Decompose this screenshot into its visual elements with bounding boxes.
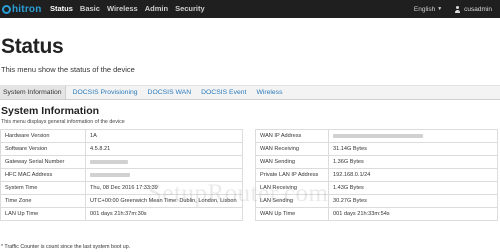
username-label: cusadmin [464, 5, 492, 13]
chevron-down-icon: ▼ [437, 6, 443, 12]
nav-right: English ▼ cusadmin [414, 0, 492, 18]
wan-sending-label: WAN Sending [255, 155, 329, 169]
table-row: WAN IP Address [255, 129, 498, 143]
table-row: WAN Receiving 31.14G Bytes [255, 142, 498, 156]
nav-item-wireless[interactable]: Wireless [107, 0, 138, 18]
hfc-mac-label: HFC MAC Address [0, 168, 86, 182]
table-row: Software Version 4.5.8.21 [0, 142, 243, 156]
tab-docsis-wan[interactable]: DOCSIS WAN [145, 86, 195, 99]
tab-docsis-event[interactable]: DOCSIS Event [198, 86, 249, 99]
table-row: LAN Up Time 001 days 21h:37m:30s [0, 207, 243, 221]
time-zone-value: UTC+00:00 Greenwich Mean Time: Dublin, L… [85, 194, 243, 208]
language-label: English [413, 5, 436, 13]
redacted-value [333, 133, 423, 138]
traffic-footnote: * Traffic Counter is count since the las… [1, 244, 131, 250]
page-subtitle: This menu show the status of the device [1, 65, 135, 74]
gateway-serial-value [85, 155, 243, 169]
table-row: Time Zone UTC+00:00 Greenwich Mean Time:… [0, 194, 243, 208]
tab-docsis-provisioning[interactable]: DOCSIS Provisioning [70, 86, 141, 99]
user-menu[interactable]: cusadmin [454, 5, 492, 13]
system-info-table-left: Hardware Version 1A Software Version 4.5… [0, 129, 243, 221]
nav-item-admin[interactable]: Admin [145, 0, 168, 18]
time-zone-label: Time Zone [0, 194, 86, 208]
hardware-version-label: Hardware Version [0, 129, 86, 143]
top-navbar: hitron Status Basic Wireless Admin Secur… [0, 0, 500, 18]
tab-system-information[interactable]: System Information [0, 86, 66, 99]
private-lan-ip-label: Private LAN IP Address [255, 168, 329, 182]
wan-up-time-value: 001 days 21h:33m:54s [328, 207, 498, 221]
lan-receiving-label: LAN Receiving [255, 181, 329, 195]
main-nav: Status Basic Wireless Admin Security [50, 0, 212, 18]
brand-logo[interactable]: hitron [2, 1, 42, 17]
table-row: LAN Sending 30.27G Bytes [255, 194, 498, 208]
table-row: WAN Up Time 001 days 21h:33m:54s [255, 207, 498, 221]
software-version-label: Software Version [0, 142, 86, 156]
user-icon [454, 5, 461, 13]
table-row: LAN Receiving 1.43G Bytes [255, 181, 498, 195]
wan-up-time-label: WAN Up Time [255, 207, 329, 221]
nav-item-status[interactable]: Status [50, 0, 73, 18]
table-row: Hardware Version 1A [0, 129, 243, 143]
section-subtitle: This menu displays general information o… [1, 119, 125, 125]
lan-up-time-label: LAN Up Time [0, 207, 86, 221]
status-tabs: System Information DOCSIS Provisioning D… [0, 85, 500, 100]
hardware-version-value: 1A [85, 129, 243, 143]
redacted-value [90, 172, 130, 177]
hfc-mac-value [85, 168, 243, 182]
wan-sending-value: 1.36G Bytes [328, 155, 498, 169]
system-time-value: Thu, 08 Dec 2016 17:33:39 [85, 181, 243, 195]
redacted-value [90, 159, 128, 164]
lan-receiving-value: 1.43G Bytes [328, 181, 498, 195]
table-row: Gateway Serial Number [0, 155, 243, 169]
table-row: Private LAN IP Address 192.168.0.1/24 [255, 168, 498, 182]
wan-receiving-label: WAN Receiving [255, 142, 329, 156]
table-row: WAN Sending 1.36G Bytes [255, 155, 498, 169]
software-version-value: 4.5.8.21 [85, 142, 243, 156]
brand-name: hitron [12, 3, 42, 15]
table-row: HFC MAC Address [0, 168, 243, 182]
system-info-table-right: WAN IP Address WAN Receiving 31.14G Byte… [255, 129, 498, 221]
page-title: Status [1, 35, 64, 58]
nav-item-basic[interactable]: Basic [80, 0, 100, 18]
wan-ip-label: WAN IP Address [255, 129, 329, 143]
wan-ip-value [328, 129, 498, 143]
hitron-logo-icon [2, 4, 11, 14]
system-time-label: System Time [0, 181, 86, 195]
gateway-serial-label: Gateway Serial Number [0, 155, 86, 169]
lan-sending-value: 30.27G Bytes [328, 194, 498, 208]
section-title: System Information [1, 105, 100, 117]
lan-sending-label: LAN Sending [255, 194, 329, 208]
wan-receiving-value: 31.14G Bytes [328, 142, 498, 156]
tab-wireless[interactable]: Wireless [253, 86, 285, 99]
table-row: System Time Thu, 08 Dec 2016 17:33:39 [0, 181, 243, 195]
lan-up-time-value: 001 days 21h:37m:30s [85, 207, 243, 221]
nav-item-security[interactable]: Security [175, 0, 205, 18]
private-lan-ip-value: 192.168.0.1/24 [328, 168, 498, 182]
language-dropdown[interactable]: English ▼ [414, 6, 442, 13]
